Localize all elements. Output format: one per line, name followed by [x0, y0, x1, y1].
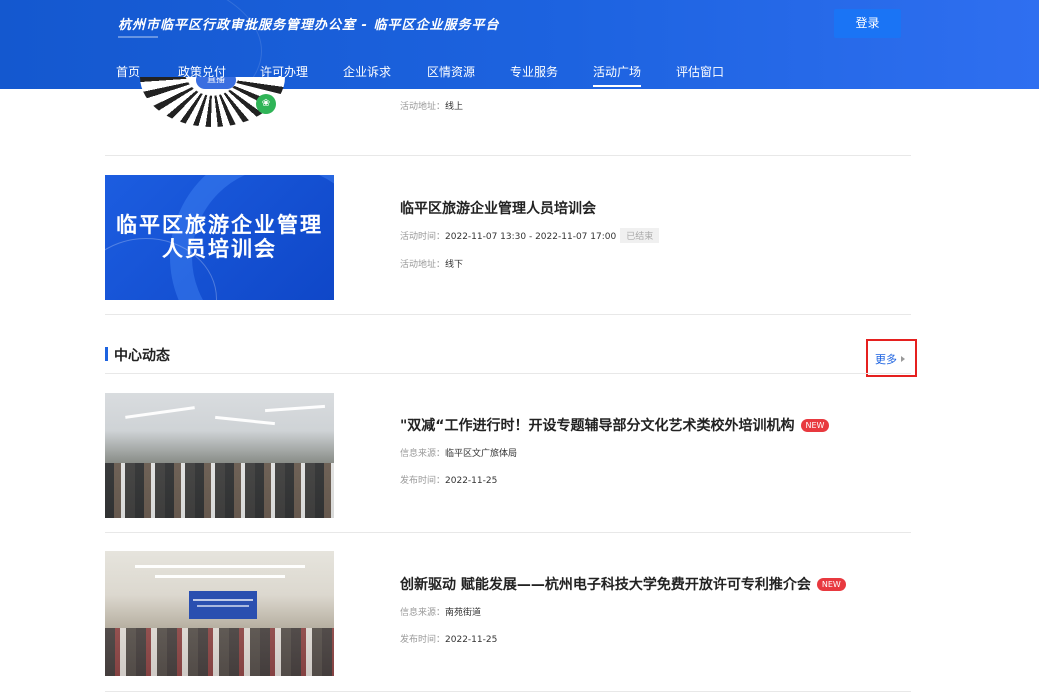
nav-item-appeals[interactable]: 企业诉求 — [343, 63, 391, 80]
site-title: 杭州市临平区行政审批服务管理办公室 - 临平区企业服务平台 — [118, 18, 500, 33]
divider — [105, 155, 911, 156]
photo-detail — [135, 565, 305, 568]
section-accent-bar — [105, 347, 108, 361]
news-title-text: 创新驱动 赋能发展——杭州电子科技大学免费开放许可专利推介会 — [400, 577, 811, 593]
more-label: 更多 — [875, 353, 897, 366]
news-photo[interactable] — [105, 551, 334, 676]
photo-detail — [105, 463, 334, 518]
divider — [105, 532, 911, 533]
news-date: 发布时间：2022-11-25 — [400, 632, 497, 645]
main-content: 直播 ❀ 活动地址：线上 临平区旅游企业管理人员培训会 临平区旅游企业管理人员培… — [0, 77, 1039, 693]
divider — [105, 373, 911, 374]
news-source-label: 信息来源： — [400, 608, 446, 618]
new-badge: NEW — [800, 419, 830, 432]
photo-detail — [189, 591, 257, 619]
photo-detail — [197, 605, 249, 607]
news-title[interactable]: 创新驱动 赋能发展——杭州电子科技大学免费开放许可专利推介会 NEW — [400, 574, 846, 594]
photo-detail — [105, 628, 334, 676]
status-badge: 已结束 — [620, 228, 660, 243]
activity-address-label: 活动地址： — [400, 260, 446, 270]
qr-center-badge: 直播 — [196, 77, 236, 89]
nav-item-home[interactable]: 首页 — [116, 63, 140, 80]
photo-detail — [193, 599, 253, 601]
activity-address: 活动地址：线上 — [400, 99, 463, 112]
qr-center-label: 直播 — [206, 77, 225, 85]
news-source: 信息来源：临平区文广旅体局 — [400, 446, 517, 459]
activity-time: 活动时间：2022-11-07 13:30 - 2022-11-07 17:00… — [400, 228, 660, 243]
activity-address-value: 线下 — [445, 260, 464, 270]
photo-detail — [215, 415, 275, 426]
photo-detail — [155, 575, 285, 578]
news-source-label: 信息来源： — [400, 449, 446, 459]
nav-item-services[interactable]: 专业服务 — [510, 63, 558, 80]
activity-address: 活动地址：线下 — [400, 257, 463, 270]
more-link[interactable]: 更多 — [875, 351, 905, 367]
activity-time-value: 2022-11-07 13:30 - 2022-11-07 17:00 — [445, 232, 617, 242]
activity-time-label: 活动时间： — [400, 232, 446, 242]
news-date-value: 2022-11-25 — [445, 476, 498, 486]
nav-item-resources[interactable]: 区情资源 — [427, 63, 475, 80]
news-source-value: 南苑街道 — [445, 608, 482, 618]
login-button[interactable]: 登录 — [834, 9, 901, 38]
photo-detail — [125, 406, 195, 419]
news-source-value: 临平区文广旅体局 — [445, 449, 518, 459]
news-title[interactable]: "双减“工作进行时！开设专题辅导部分文化艺术类校外培训机构 NEW — [400, 415, 830, 435]
divider — [105, 691, 911, 692]
activity-address-label: 活动地址： — [400, 102, 446, 112]
site-header: 杭州市临平区行政审批服务管理办公室 - 临平区企业服务平台 登录 首页 政策兑付… — [0, 0, 1039, 89]
news-date-label: 发布时间： — [400, 635, 446, 645]
news-title-text: "双减“工作进行时！开设专题辅导部分文化艺术类校外培训机构 — [400, 418, 795, 434]
activity-address-value: 线上 — [445, 102, 464, 112]
banner-text: 临平区旅游企业管理人员培训会 — [116, 212, 323, 261]
nav-item-evaluation[interactable]: 评估窗口 — [676, 63, 724, 80]
qr-code-image: 直播 ❀ — [140, 77, 285, 137]
nav-item-activities[interactable]: 活动广场 — [593, 63, 642, 87]
activity-banner-image[interactable]: 临平区旅游企业管理人员培训会 — [105, 175, 334, 300]
divider — [105, 314, 911, 315]
news-date: 发布时间：2022-11-25 — [400, 473, 497, 486]
news-date-value: 2022-11-25 — [445, 635, 498, 645]
news-date-label: 发布时间： — [400, 476, 446, 486]
mini-program-icon: ❀ — [256, 94, 276, 114]
title-underline — [118, 36, 158, 38]
section-title: 中心动态 — [114, 348, 170, 364]
caret-right-icon — [901, 356, 905, 362]
activity-title[interactable]: 临平区旅游企业管理人员培训会 — [400, 198, 596, 218]
new-badge: NEW — [816, 578, 846, 591]
photo-detail — [264, 404, 326, 413]
news-source: 信息来源：南苑街道 — [400, 605, 481, 618]
news-photo[interactable] — [105, 393, 334, 518]
